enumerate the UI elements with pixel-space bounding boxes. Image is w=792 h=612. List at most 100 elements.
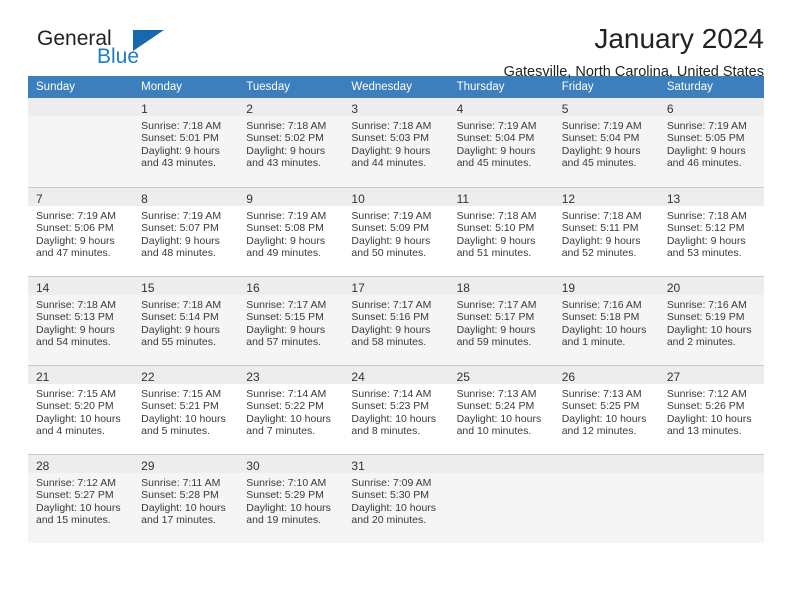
- day-detail-daylight1: Daylight: 9 hours: [36, 234, 115, 247]
- day-number: 24: [343, 366, 449, 384]
- calendar-day[interactable]: 16 Sunrise: 7:17 AM Sunset: 5:15 PM Dayligh…: [238, 276, 344, 365]
- calendar-day[interactable]: 19 Sunrise: 7:16 AM Sunset: 5:18 PM Dayligh…: [553, 276, 659, 365]
- day-details: Sunrise: 7:19 AM Sunset: 5:04 PM Daylight:…: [449, 116, 554, 170]
- calendar-day[interactable]: 10 Sunrise: 7:19 AM Sunset: 5:09 PM Dayligh…: [343, 187, 449, 276]
- calendar-day[interactable]: 3 Sunrise: 7:18 AM Sunset: 5:03 PM Daylight…: [343, 98, 449, 187]
- day-number: 16: [238, 277, 344, 295]
- day-number: 6: [658, 98, 764, 116]
- calendar-day[interactable]: 17 Sunrise: 7:17 AM Sunset: 5:16 PM Dayligh…: [343, 276, 449, 365]
- calendar-cell: 27 Sunrise: 7:12 AM Sunset: 5:26 PM Dayligh…: [658, 365, 764, 454]
- day-detail-sunset: Sunset: 5:20 PM: [36, 400, 114, 413]
- calendar-day[interactable]: 21 Sunrise: 7:15 AM Sunset: 5:20 PM Dayligh…: [28, 365, 134, 454]
- day-number: 26: [553, 366, 659, 384]
- calendar-day[interactable]: 24 Sunrise: 7:14 AM Sunset: 5:23 PM Dayligh…: [343, 365, 449, 454]
- day-detail-daylight1: Daylight: 9 hours: [141, 323, 220, 336]
- day-detail-daylight2: and 15 minutes.: [36, 514, 111, 527]
- title-block: January 2024 Gatesville, North Carolina,…: [504, 22, 764, 81]
- calendar-day[interactable]: 15 Sunrise: 7:18 AM Sunset: 5:14 PM Dayligh…: [133, 276, 239, 365]
- day-number: 3: [343, 98, 449, 116]
- day-detail-daylight2: and 49 minutes.: [246, 247, 321, 260]
- calendar-day[interactable]: 2 Sunrise: 7:18 AM Sunset: 5:02 PM Daylight…: [238, 98, 344, 187]
- calendar-page: General Blue January 2024 Gatesville, No…: [0, 0, 792, 612]
- calendar-day[interactable]: 4 Sunrise: 7:19 AM Sunset: 5:04 PM Daylight…: [448, 98, 554, 187]
- calendar-day[interactable]: 1 Sunrise: 7:18 AM Sunset: 5:01 PM Daylight…: [133, 98, 239, 187]
- day-detail-daylight1: Daylight: 9 hours: [246, 323, 326, 336]
- day-number: [28, 98, 134, 116]
- calendar-day[interactable]: 30 Sunrise: 7:10 AM Sunset: 5:29 PM Dayligh…: [238, 454, 344, 543]
- calendar-day[interactable]: 31 Sunrise: 7:09 AM Sunset: 5:30 PM Dayligh…: [343, 454, 449, 543]
- calendar-cell: 2 Sunrise: 7:18 AM Sunset: 5:02 PM Daylight…: [238, 98, 344, 187]
- day-number: 23: [238, 366, 344, 384]
- calendar-cell: 11 Sunrise: 7:18 AM Sunset: 5:10 PM Dayligh…: [448, 187, 554, 276]
- day-detail-sunrise: Sunrise: 7:18 AM: [561, 210, 642, 222]
- day-detail-daylight1: Daylight: 9 hours: [351, 234, 431, 247]
- calendar-day[interactable]: 28 Sunrise: 7:12 AM Sunset: 5:27 PM Dayligh…: [28, 454, 134, 543]
- calendar-cell: 6 Sunrise: 7:19 AM Sunset: 5:05 PM Daylight…: [658, 98, 764, 187]
- brand-logo[interactable]: General Blue: [37, 28, 237, 74]
- calendar-day[interactable]: 27 Sunrise: 7:12 AM Sunset: 5:26 PM Dayligh…: [658, 365, 764, 454]
- day-detail-daylight1: Daylight: 10 hours: [141, 501, 226, 514]
- day-detail-daylight2: and 44 minutes.: [351, 157, 427, 170]
- day-detail-sunrise: Sunrise: 7:19 AM: [141, 210, 222, 222]
- calendar-week-row: 1 Sunrise: 7:18 AM Sunset: 5:01 PM Daylight…: [28, 98, 764, 187]
- calendar-day[interactable]: 13 Sunrise: 7:18 AM Sunset: 5:12 PM Dayligh…: [658, 187, 764, 276]
- calendar-day[interactable]: 29 Sunrise: 7:11 AM Sunset: 5:28 PM Dayligh…: [133, 454, 239, 543]
- day-detail-sunset: Sunset: 5:25 PM: [561, 400, 640, 413]
- day-detail-sunrise: Sunrise: 7:11 AM: [141, 477, 221, 489]
- calendar-cell: 17 Sunrise: 7:17 AM Sunset: 5:16 PM Dayligh…: [343, 276, 449, 365]
- day-detail-daylight1: Daylight: 9 hours: [246, 144, 326, 157]
- day-detail-daylight2: and 4 minutes.: [36, 425, 105, 438]
- calendar-day[interactable]: 23 Sunrise: 7:14 AM Sunset: 5:22 PM Dayligh…: [238, 365, 344, 454]
- day-detail-daylight2: and 20 minutes.: [351, 514, 427, 527]
- day-number: 31: [343, 455, 449, 473]
- calendar-day[interactable]: 26 Sunrise: 7:13 AM Sunset: 5:25 PM Dayligh…: [553, 365, 659, 454]
- day-detail-daylight2: and 13 minutes.: [666, 425, 742, 438]
- day-number: [658, 455, 764, 473]
- day-number: 25: [448, 366, 554, 384]
- calendar-day[interactable]: 9 Sunrise: 7:19 AM Sunset: 5:08 PM Daylight…: [238, 187, 344, 276]
- day-detail-daylight2: and 2 minutes.: [666, 336, 736, 349]
- calendar-cell: 30 Sunrise: 7:10 AM Sunset: 5:29 PM Dayligh…: [238, 454, 344, 543]
- day-detail-daylight2: and 52 minutes.: [561, 247, 637, 260]
- day-detail-sunrise: Sunrise: 7:13 AM: [561, 388, 642, 400]
- calendar-day[interactable]: 5 Sunrise: 7:19 AM Sunset: 5:04 PM Daylight…: [553, 98, 659, 187]
- day-detail-daylight2: and 46 minutes.: [666, 157, 742, 170]
- day-number: 27: [658, 366, 764, 384]
- day-detail-sunset: Sunset: 5:04 PM: [456, 132, 535, 145]
- calendar-day[interactable]: 20 Sunrise: 7:16 AM Sunset: 5:19 PM Dayligh…: [658, 276, 764, 365]
- calendar-day[interactable]: 8 Sunrise: 7:19 AM Sunset: 5:07 PM Daylight…: [133, 187, 239, 276]
- calendar-day[interactable]: 12 Sunrise: 7:18 AM Sunset: 5:11 PM Dayligh…: [553, 187, 659, 276]
- day-detail-daylight2: and 19 minutes.: [246, 514, 321, 527]
- calendar-day[interactable]: 7 Sunrise: 7:19 AM Sunset: 5:06 PM Daylight…: [28, 187, 134, 276]
- day-number: 9: [238, 188, 344, 206]
- day-detail-daylight2: and 12 minutes.: [561, 425, 637, 438]
- brand-name-blue: Blue: [97, 45, 140, 68]
- day-details: Sunrise: 7:12 AM Sunset: 5:27 PM Daylight:…: [28, 473, 133, 527]
- day-number: 5: [553, 98, 659, 116]
- day-details: Sunrise: 7:18 AM Sunset: 5:11 PM Daylight:…: [554, 206, 659, 260]
- calendar-cell: 4 Sunrise: 7:19 AM Sunset: 5:04 PM Daylight…: [448, 98, 554, 187]
- calendar-day-empty: [28, 98, 134, 187]
- day-detail-sunrise: Sunrise: 7:19 AM: [36, 210, 116, 222]
- calendar-cell: 9 Sunrise: 7:19 AM Sunset: 5:08 PM Daylight…: [238, 187, 344, 276]
- day-number: 11: [448, 188, 554, 206]
- calendar-day[interactable]: 25 Sunrise: 7:13 AM Sunset: 5:24 PM Dayligh…: [448, 365, 554, 454]
- day-detail-daylight2: and 48 minutes.: [141, 247, 216, 260]
- day-detail-sunrise: Sunrise: 7:18 AM: [141, 120, 222, 132]
- day-detail-sunset: Sunset: 5:15 PM: [246, 311, 324, 324]
- day-detail-daylight1: Daylight: 9 hours: [36, 323, 115, 336]
- calendar-cell: 29 Sunrise: 7:11 AM Sunset: 5:28 PM Dayligh…: [133, 454, 239, 543]
- calendar-day[interactable]: 14 Sunrise: 7:18 AM Sunset: 5:13 PM Dayligh…: [28, 276, 134, 365]
- day-detail-sunrise: Sunrise: 7:14 AM: [351, 388, 432, 400]
- day-detail-sunset: Sunset: 5:06 PM: [36, 222, 114, 235]
- calendar-cell: 7 Sunrise: 7:19 AM Sunset: 5:06 PM Daylight…: [28, 187, 134, 276]
- calendar-day[interactable]: 11 Sunrise: 7:18 AM Sunset: 5:10 PM Dayligh…: [448, 187, 554, 276]
- calendar-day[interactable]: 18 Sunrise: 7:17 AM Sunset: 5:17 PM Dayligh…: [448, 276, 554, 365]
- day-detail-sunrise: Sunrise: 7:16 AM: [561, 299, 642, 311]
- day-detail-daylight2: and 17 minutes.: [141, 514, 216, 527]
- calendar-day[interactable]: 6 Sunrise: 7:19 AM Sunset: 5:05 PM Daylight…: [658, 98, 764, 187]
- calendar-cell: 5 Sunrise: 7:19 AM Sunset: 5:04 PM Daylight…: [553, 98, 659, 187]
- day-detail-sunrise: Sunrise: 7:19 AM: [246, 210, 327, 222]
- calendar-day[interactable]: 22 Sunrise: 7:15 AM Sunset: 5:21 PM Dayligh…: [133, 365, 239, 454]
- calendar-cell: 14 Sunrise: 7:18 AM Sunset: 5:13 PM Dayligh…: [28, 276, 134, 365]
